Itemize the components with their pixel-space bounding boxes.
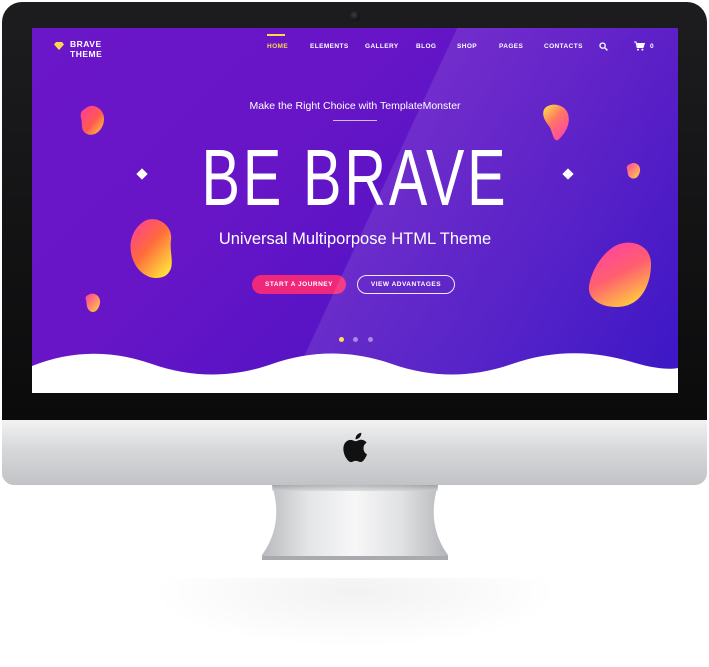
nav-item-shop[interactable]: SHOP bbox=[457, 43, 477, 50]
logo-text-line2: THEME bbox=[70, 49, 103, 59]
nav-item-blog[interactable]: BLOG bbox=[416, 43, 436, 50]
blob-decoration-right-large bbox=[588, 242, 651, 308]
nav-active-indicator bbox=[267, 34, 285, 36]
wave-divider bbox=[32, 353, 678, 393]
blob-decoration-right-small bbox=[626, 162, 641, 179]
monitor-stand bbox=[262, 485, 448, 560]
slider-dot-3[interactable] bbox=[368, 337, 373, 342]
website-screen: BRAVE THEME HOME ELEMENTS GALLERY BLOG S… bbox=[32, 28, 678, 393]
hero-title: BE BRAVE bbox=[201, 133, 509, 222]
slider-dot-2[interactable] bbox=[353, 337, 358, 342]
blob-decoration-left-mid bbox=[130, 219, 172, 279]
blob-decoration-left-small bbox=[85, 293, 101, 313]
view-advantages-button[interactable]: VIEW ADVANTAGES bbox=[357, 275, 455, 294]
monitor-reflection bbox=[150, 578, 560, 648]
nav-item-pages[interactable]: PAGES bbox=[499, 43, 523, 50]
nav-item-gallery[interactable]: GALLERY bbox=[365, 43, 399, 50]
tagline-divider bbox=[333, 120, 377, 121]
nav-item-home[interactable]: HOME bbox=[267, 43, 288, 50]
diamond-logo-icon bbox=[54, 42, 64, 50]
search-icon[interactable] bbox=[599, 42, 608, 51]
logo-text-line1: BRAVE bbox=[70, 39, 102, 49]
nav-item-contacts[interactable]: CONTACTS bbox=[544, 43, 583, 50]
slider-dot-1[interactable] bbox=[339, 337, 344, 342]
start-journey-button[interactable]: START A JOURNEY bbox=[252, 275, 346, 294]
cart-icon[interactable] bbox=[634, 41, 645, 51]
camera-icon bbox=[350, 11, 360, 21]
cart-count[interactable]: 0 bbox=[650, 43, 654, 50]
hero-tagline: Make the Right Choice with TemplateMonst… bbox=[249, 100, 461, 112]
apple-logo-icon bbox=[343, 432, 367, 463]
hero-subtitle: Universal Multiporpose HTML Theme bbox=[218, 230, 492, 248]
nav-item-elements[interactable]: ELEMENTS bbox=[310, 43, 349, 50]
